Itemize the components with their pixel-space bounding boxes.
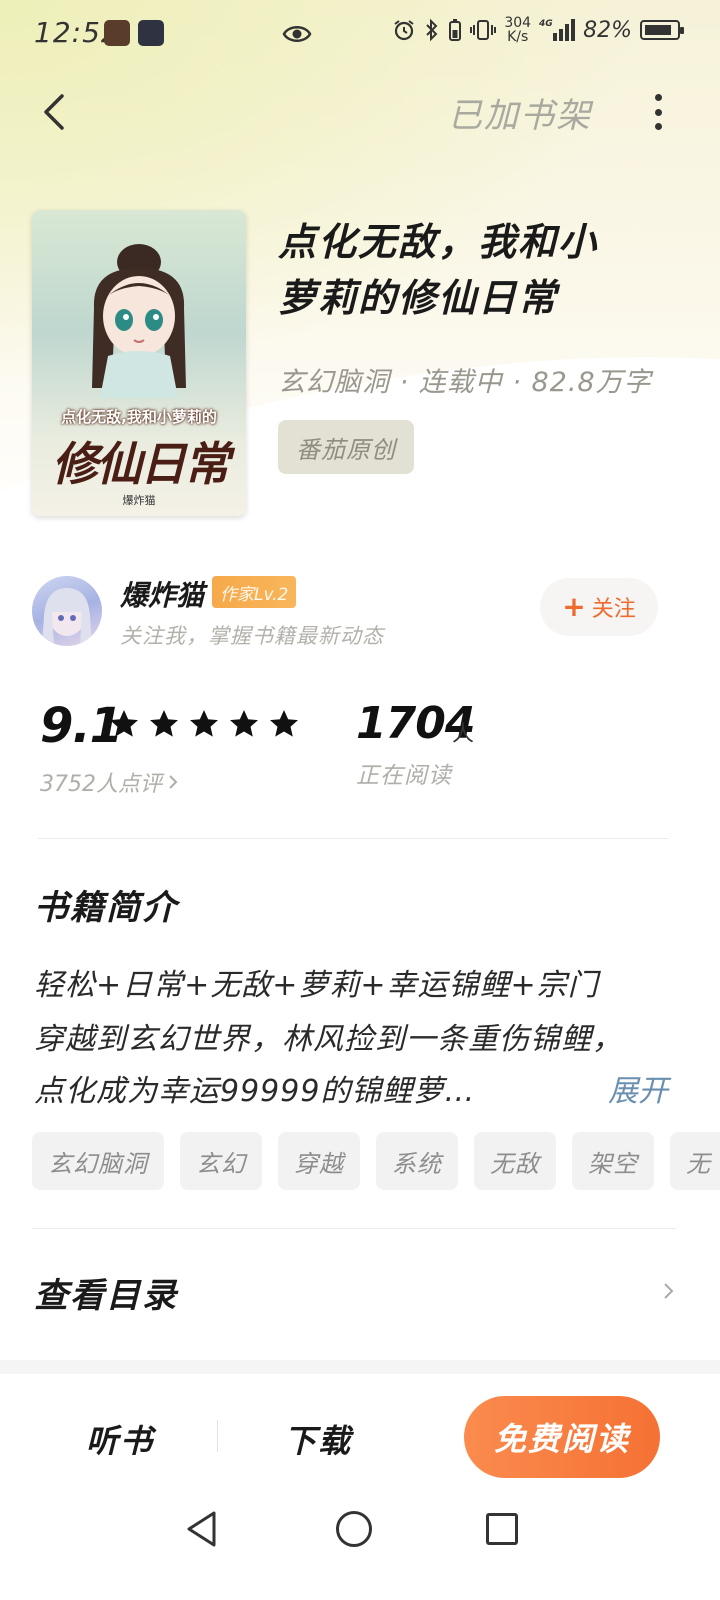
battery-icon	[640, 20, 684, 40]
status-indicators: 304 K/s 4G 82%	[392, 15, 684, 45]
tag-list: 玄幻脑洞 玄幻 穿越 系统 无敌 架空 无	[32, 1132, 720, 1190]
divider	[217, 1420, 218, 1452]
cover-illustration	[92, 244, 186, 398]
divider	[32, 1228, 676, 1229]
more-options-button[interactable]	[640, 90, 676, 134]
more-vertical-icon	[654, 94, 662, 101]
tag-chip[interactable]: 架空	[572, 1132, 654, 1190]
star-icon	[190, 710, 218, 737]
listen-button[interactable]: 听书	[86, 1416, 154, 1462]
author-level-badge: 作家Lv.2	[212, 576, 297, 608]
author-avatar[interactable]	[32, 576, 102, 646]
nav-recents-icon[interactable]	[486, 1513, 518, 1545]
eye-icon	[282, 26, 312, 42]
star-icon	[230, 710, 258, 737]
author-description: 关注我，掌握书籍最新动态	[120, 624, 384, 648]
tag-chip[interactable]: 系统	[376, 1132, 458, 1190]
intro-title: 书籍简介	[34, 888, 178, 928]
app-notification-icon	[104, 20, 130, 46]
free-read-button[interactable]: 免费阅读	[464, 1396, 660, 1478]
book-meta: 玄幻脑洞 · 连载中 · 82.8万字	[278, 367, 652, 398]
divider	[38, 838, 668, 839]
cover-author: 爆炸猫	[122, 494, 156, 507]
tag-chip[interactable]: 无	[670, 1132, 720, 1190]
nav-back-icon[interactable]	[184, 1510, 220, 1548]
intro-text-line: 轻松+日常+无敌+萝莉+幸运锦鲤+宗门	[34, 968, 599, 1003]
tag-chip[interactable]: 穿越	[278, 1132, 360, 1190]
chevron-right-icon	[169, 775, 178, 789]
network-speed: 304 K/s	[504, 15, 532, 45]
star-icon	[110, 710, 138, 737]
expand-button[interactable]: 展开	[608, 1066, 668, 1110]
rating-count-link[interactable]: 3752人点评	[40, 766, 178, 798]
alarm-icon	[394, 20, 414, 41]
vibrate-icon	[470, 20, 497, 40]
cover-subtitle: 点化无敌,我和小萝莉的	[61, 408, 217, 426]
tag-chip[interactable]: 玄幻	[180, 1132, 262, 1190]
book-cover[interactable]: 点化无敌,我和小萝莉的 修仙日常 爆炸猫	[32, 210, 246, 516]
readers-label: 正在阅读	[356, 763, 452, 789]
tag-chip[interactable]: 无敌	[474, 1132, 556, 1190]
source-tag: 番茄原创	[278, 420, 414, 474]
app-notification-icon	[138, 20, 164, 46]
plus-icon: +	[562, 590, 586, 623]
nav-home-icon[interactable]	[336, 1511, 372, 1547]
book-title: 点化无敌，我和小 萝莉的修仙日常	[278, 220, 599, 320]
bluetooth-icon	[426, 18, 438, 42]
svg-text:4G: 4G	[539, 19, 553, 29]
catalog-button[interactable]: 查看目录	[34, 1268, 178, 1317]
star-icon	[270, 710, 298, 737]
battery-saver-icon	[449, 19, 462, 41]
cover-title: 修仙日常	[52, 437, 230, 491]
download-button[interactable]: 下载	[284, 1416, 352, 1462]
battery-percent: 82%	[583, 17, 632, 43]
follow-label: 关注	[591, 597, 636, 622]
back-button[interactable]	[34, 88, 74, 136]
status-bar: 12:52 304 K/s 4G 82%	[0, 0, 720, 70]
added-to-shelf-label[interactable]: 已加书架	[448, 88, 592, 137]
follow-button[interactable]: + 关注	[540, 578, 658, 636]
intro-text-line: 穿越到玄幻世界，林风捡到一条重伤锦鲤，	[34, 1022, 623, 1057]
readers-unit: 人	[452, 722, 475, 747]
intro-text-line: 点化成为幸运99999的锦鲤萝…	[34, 1074, 476, 1109]
star-icon	[150, 710, 178, 737]
section-separator	[0, 1360, 720, 1374]
chevron-right-icon[interactable]	[662, 1282, 676, 1300]
tag-chip[interactable]: 玄幻脑洞	[32, 1132, 164, 1190]
author-name[interactable]: 爆炸猫	[120, 574, 204, 614]
rating-stars	[108, 708, 300, 740]
signal-icon: 4G	[539, 19, 576, 41]
